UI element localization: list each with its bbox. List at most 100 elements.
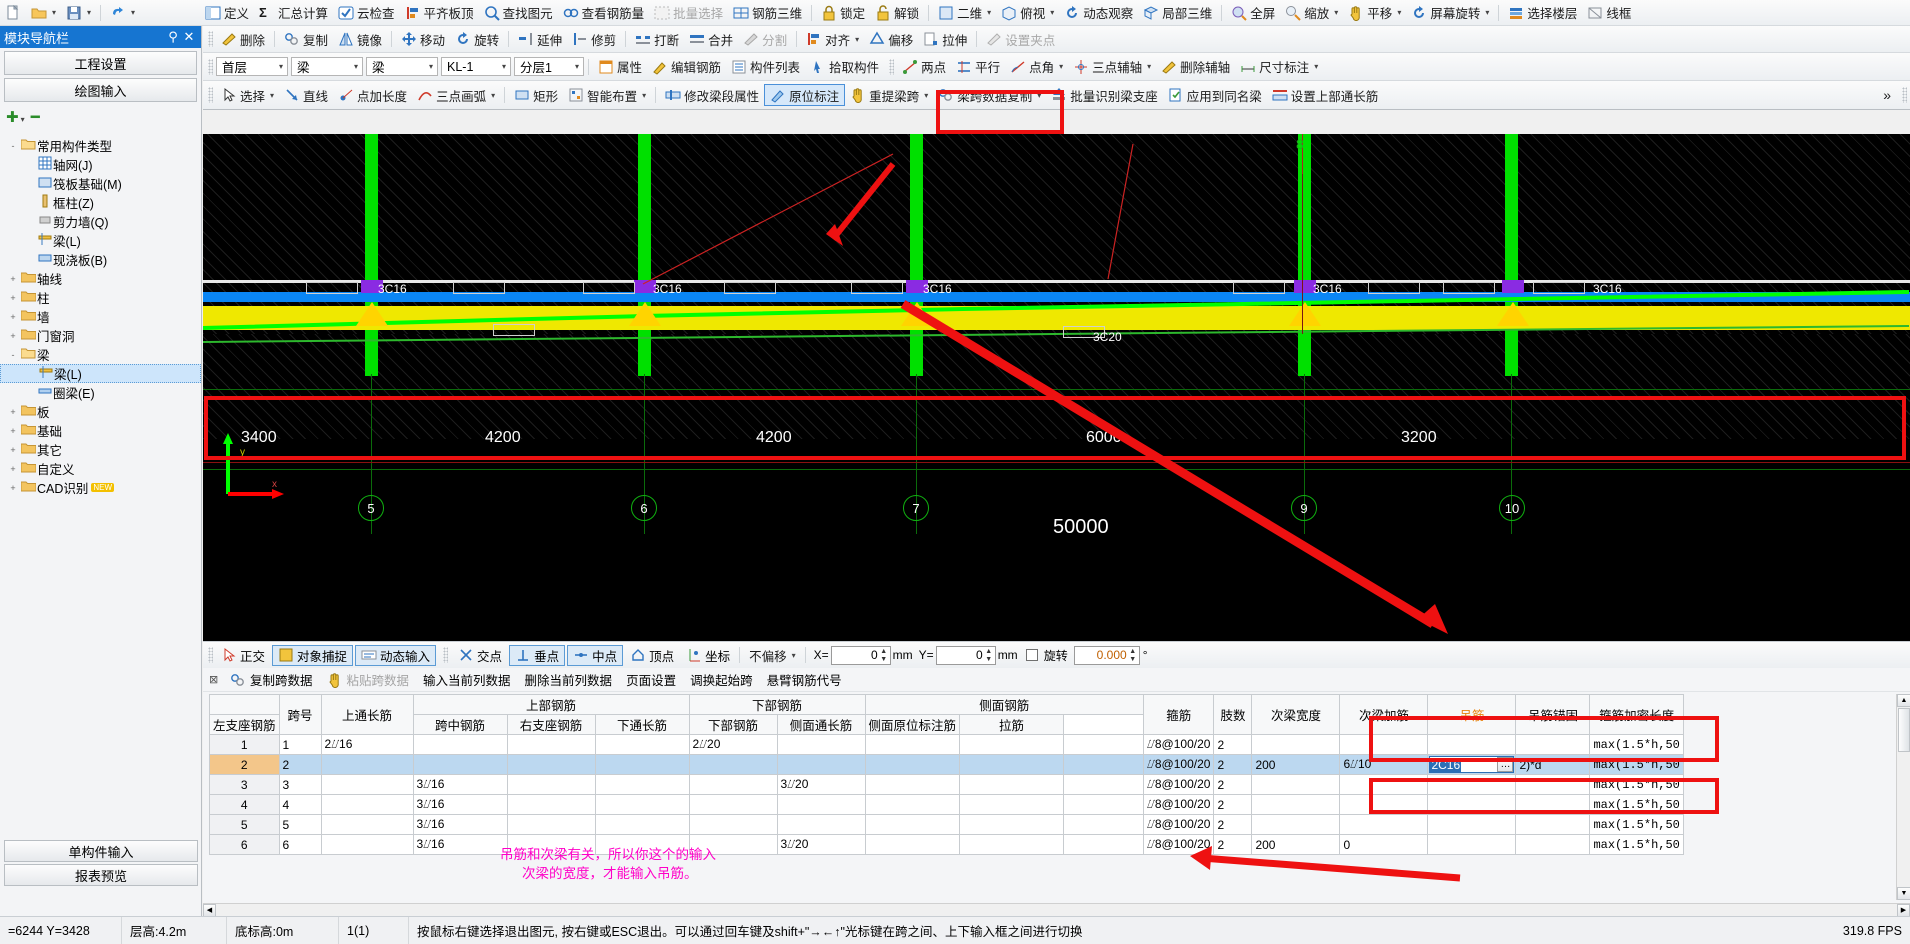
cell-side_through[interactable]	[864, 794, 961, 815]
column-header-侧面通长筋[interactable]: 侧面通长筋	[776, 714, 866, 735]
cell-hanger_anchor[interactable]	[1515, 794, 1591, 815]
cell-legs[interactable]: 2	[1213, 754, 1253, 775]
arc-button[interactable]: 三点画弧 ▾	[412, 84, 500, 106]
cell-side_inplace[interactable]	[959, 794, 1065, 815]
snap-toggle-osnap[interactable]: 对象捕捉	[272, 644, 354, 666]
chevron-down-icon[interactable]: ▾	[491, 91, 495, 100]
expand-icon[interactable]: +	[6, 293, 20, 303]
tree-item-2[interactable]: 筏板基础(M)	[0, 174, 201, 193]
cursor-button[interactable]: 选择 ▾	[216, 84, 279, 106]
tree-item-16[interactable]: + 其它	[0, 440, 201, 459]
chevron-down-icon[interactable]: ▾	[1037, 91, 1041, 100]
cell-stirrup[interactable]: ⌰8@100/20	[1143, 734, 1215, 755]
snap-toggle-intersection[interactable]: 交点	[453, 645, 507, 666]
respan-beam-button[interactable]: 重提梁跨 ▾	[845, 84, 933, 106]
delete-column-button[interactable]: 删除当前列数据	[518, 670, 620, 689]
collapse-icon[interactable]: -	[6, 350, 20, 360]
chevron-down-icon[interactable]: ▾	[855, 35, 859, 44]
chevron-down-icon[interactable]: ▾	[1334, 8, 1338, 17]
cell-left_support[interactable]: 3⌰16	[412, 834, 508, 855]
cell-span_no[interactable]: 1	[278, 734, 322, 755]
save-button[interactable]: ▾	[61, 2, 96, 24]
cell-left_support[interactable]: 3⌰16	[412, 774, 508, 795]
snap-toggle-dyninput[interactable]: 动态输入	[355, 644, 437, 666]
cell-sub_beam_width[interactable]	[1251, 734, 1341, 755]
tree-item-15[interactable]: + 基础	[0, 421, 201, 440]
cell-side_through[interactable]	[864, 814, 961, 835]
view-rebar-button[interactable]: 查看钢筋量	[558, 2, 650, 24]
hanger-edit-input[interactable]: 2C16…	[1429, 756, 1515, 773]
chevron-down-icon[interactable]: ▾	[1050, 8, 1054, 17]
column-header-跨中钢筋[interactable]: 跨中钢筋	[412, 714, 508, 735]
tree-item-4[interactable]: 剪力墙(Q)	[0, 212, 201, 231]
new-button[interactable]	[0, 2, 26, 24]
chevron-down-icon[interactable]: ▾	[429, 62, 433, 71]
cell-legs[interactable]: 2	[1213, 734, 1253, 755]
chevron-down-icon[interactable]: ▾	[987, 8, 991, 17]
cell-side_inplace[interactable]	[959, 834, 1065, 855]
cell-stirrup[interactable]: ⌰8@100/20	[1143, 774, 1215, 795]
cell-side_inplace[interactable]	[959, 774, 1065, 795]
row-header[interactable]: 3	[209, 774, 280, 795]
cell-sub_beam_width[interactable]: 200	[1251, 834, 1341, 855]
tree-item-6[interactable]: 现浇板(B)	[0, 250, 201, 269]
expand-icon[interactable]: +	[6, 407, 20, 417]
column-header-侧面钢筋[interactable]: 侧面钢筋	[864, 694, 1145, 715]
line-button[interactable]: 直线	[279, 84, 333, 106]
cell-stirrup_dense[interactable]: max(1.5*h,50	[1589, 774, 1684, 795]
chevron-down-icon[interactable]: ▾	[1147, 62, 1151, 71]
point-angle-button[interactable]: 点角 ▾	[1005, 56, 1068, 78]
expand-icon[interactable]: +	[6, 312, 20, 322]
tree-item-14[interactable]: + 板	[0, 402, 201, 421]
panel-restore-icon[interactable]: ⊠	[209, 673, 223, 686]
table-row[interactable]: 6 6 3⌰16 3⌰20 ⌰8@100/20 2 200 0 max(1.5*h,50	[209, 834, 1684, 855]
cell-sub_beam_rebar[interactable]	[1339, 794, 1429, 815]
cell-right_support[interactable]	[594, 774, 690, 795]
expand-icon[interactable]: +	[6, 483, 20, 493]
cell-sub_beam_width[interactable]	[1251, 774, 1341, 795]
cell-side_through[interactable]	[864, 774, 961, 795]
drawing-canvas[interactable]: 3C16 3C16 3C16 3C16 3C16 3C20 3400 4200 …	[203, 134, 1910, 641]
snap-grip[interactable]	[443, 647, 449, 663]
cell-hanger[interactable]	[1427, 834, 1517, 855]
cell-stirrup[interactable]: ⌰8@100/20	[1143, 834, 1215, 855]
column-header-blank[interactable]	[209, 694, 280, 715]
table-row[interactable]: 3 3 3⌰16 3⌰20 ⌰8@100/20 2 max(1.5*h,50	[209, 774, 1684, 795]
hanger-browse-button[interactable]: …	[1497, 757, 1514, 772]
copy-span-button[interactable]: 复制跨数据	[223, 670, 320, 689]
selector-subcategory[interactable]: 梁 ▾	[366, 57, 438, 76]
row-header[interactable]: 5	[209, 814, 280, 835]
smart-place-button[interactable]: 智能布置 ▾	[563, 84, 651, 106]
scroll-thumb[interactable]	[1898, 708, 1910, 752]
column-header-跨号[interactable]: 跨号	[278, 694, 322, 735]
tree-item-17[interactable]: + 自定义	[0, 459, 201, 478]
tree-item-18[interactable]: + CAD识别 NEW	[0, 478, 201, 497]
open-button[interactable]: ▾	[26, 2, 61, 24]
cell-bottom[interactable]	[776, 734, 866, 755]
cell-side_inplace[interactable]	[959, 734, 1065, 755]
scroll-up-button[interactable]: ▲	[1897, 694, 1910, 707]
table-row[interactable]: 2 2 ⌰8@100/20 2 200 6⌰10 2C16… 2)*d max(1.5*h,50	[209, 754, 1684, 775]
merge-button[interactable]: 合并	[684, 28, 738, 50]
copy-button[interactable]: 复制	[279, 28, 333, 50]
cell-stirrup_dense[interactable]: max(1.5*h,50	[1589, 734, 1684, 755]
cell-bottom[interactable]	[776, 754, 866, 775]
tree-item-1[interactable]: 轴网(J)	[0, 155, 201, 174]
define-button[interactable]: 定义	[200, 2, 254, 24]
cell-sub_beam_rebar[interactable]	[1339, 774, 1429, 795]
cell-tie[interactable]	[1063, 734, 1145, 755]
fullscreen-button[interactable]: 全屏	[1226, 2, 1280, 24]
stretch-button[interactable]: 拉伸	[918, 28, 972, 50]
cell-top_through[interactable]	[320, 774, 414, 795]
cell-hanger[interactable]	[1427, 774, 1517, 795]
offset-mode-selector[interactable]: 不偏移 ▾	[744, 644, 801, 666]
cell-right_support[interactable]	[594, 794, 690, 815]
cell-sub_beam_width[interactable]: 200	[1251, 754, 1341, 775]
snap-toggle-midpoint[interactable]: 中点	[567, 644, 624, 666]
copy-span-data-button[interactable]: 梁跨数据复制 ▾	[933, 84, 1046, 106]
cell-legs[interactable]: 2	[1213, 794, 1253, 815]
cell-sub_beam_rebar[interactable]	[1339, 734, 1429, 755]
rotate-input[interactable]: 0.000 ▲ ▼	[1073, 645, 1140, 665]
cell-hanger_anchor[interactable]	[1515, 774, 1591, 795]
pan-button[interactable]: 平移 ▾	[1343, 2, 1406, 24]
